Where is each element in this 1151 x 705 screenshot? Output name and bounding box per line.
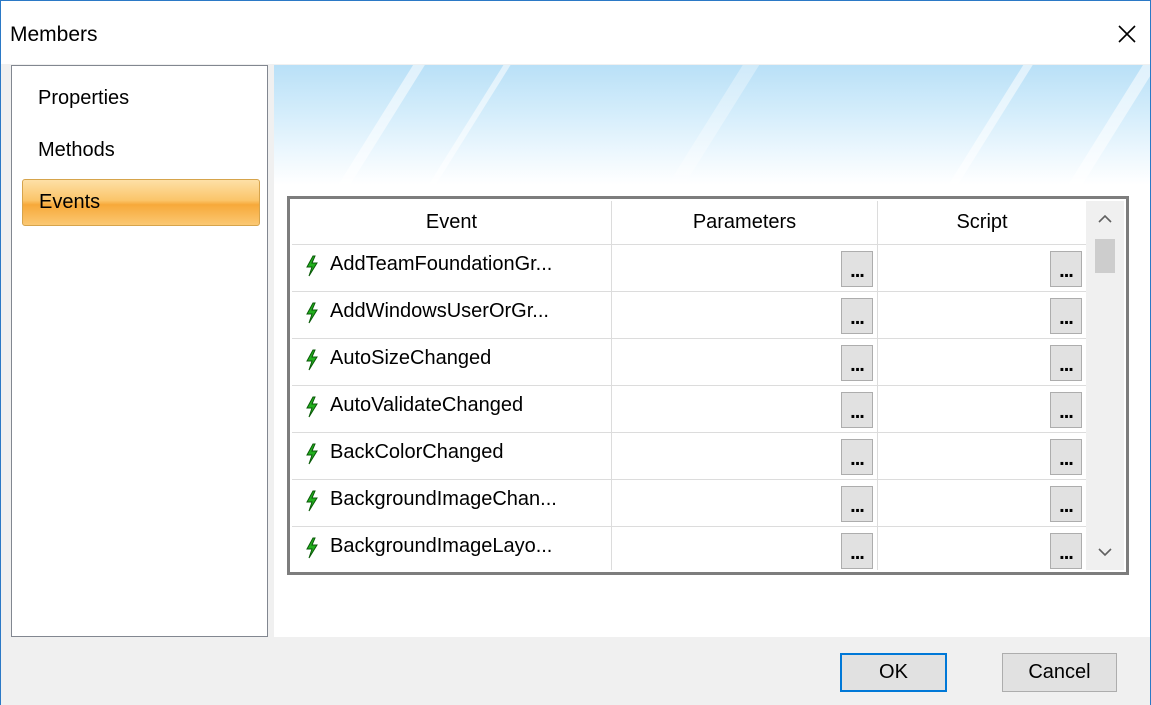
ellipsis-label: ... — [850, 260, 865, 282]
ellipsis-label: ... — [1059, 401, 1074, 423]
edit-parameters-button[interactable]: ... — [841, 392, 873, 428]
ellipsis-label: ... — [1059, 307, 1074, 329]
close-button[interactable] — [1104, 13, 1150, 55]
column-header-parameters[interactable]: Parameters — [612, 201, 878, 244]
event-name-cell[interactable]: BackgroundImageChan... — [292, 480, 612, 527]
table-row[interactable]: BackgroundImageChan......... — [292, 480, 1087, 527]
cancel-button[interactable]: Cancel — [1002, 653, 1117, 692]
ellipsis-label: ... — [1059, 260, 1074, 282]
event-name-cell[interactable]: AddTeamFoundationGr... — [292, 245, 612, 292]
nav-item-events[interactable]: Events — [22, 179, 260, 226]
lightning-event-icon — [306, 255, 318, 277]
script-cell: ... — [878, 386, 1087, 433]
content-pane: Event Parameters Script AddTeamFoundatio… — [274, 65, 1150, 637]
window-title: Members — [10, 23, 98, 46]
ok-button[interactable]: OK — [840, 653, 947, 692]
table-row[interactable]: BackgroundImageLayo......... — [292, 527, 1087, 570]
edit-script-button[interactable]: ... — [1050, 392, 1082, 428]
table-row[interactable]: AddWindowsUserOrGr......... — [292, 292, 1087, 339]
event-name: BackColorChanged — [330, 441, 504, 463]
grid-vertical-scrollbar[interactable] — [1086, 201, 1124, 570]
script-cell: ... — [878, 480, 1087, 527]
parameters-cell: ... — [612, 480, 878, 527]
script-cell: ... — [878, 433, 1087, 480]
chevron-up-icon — [1098, 214, 1112, 223]
edit-parameters-button[interactable]: ... — [841, 533, 873, 569]
lightning-event-icon — [306, 302, 318, 324]
nav-item-properties[interactable]: Properties — [22, 75, 260, 122]
event-name-cell[interactable]: BackgroundImageLayo... — [292, 527, 612, 570]
script-cell: ... — [878, 339, 1087, 386]
ellipsis-label: ... — [1059, 495, 1074, 517]
grid-header: Event Parameters Script — [292, 201, 1087, 245]
events-grid: Event Parameters Script AddTeamFoundatio… — [287, 196, 1129, 575]
lightning-event-icon — [306, 490, 318, 512]
ellipsis-label: ... — [850, 542, 865, 564]
scroll-up-button[interactable] — [1086, 201, 1124, 237]
edit-script-button[interactable]: ... — [1050, 251, 1082, 287]
table-row[interactable]: BackColorChanged...... — [292, 433, 1087, 480]
event-name-cell[interactable]: AddWindowsUserOrGr... — [292, 292, 612, 339]
chevron-down-icon — [1098, 548, 1112, 557]
event-name: AutoValidateChanged — [330, 394, 524, 416]
ellipsis-label: ... — [850, 401, 865, 423]
parameters-cell: ... — [612, 292, 878, 339]
members-dialog: Members Properties Methods Events Event … — [0, 0, 1151, 705]
ellipsis-label: ... — [850, 495, 865, 517]
header-banner — [274, 65, 1150, 185]
event-name-cell[interactable]: AutoSizeChanged — [292, 339, 612, 386]
parameters-cell: ... — [612, 339, 878, 386]
scroll-thumb[interactable] — [1095, 239, 1115, 273]
script-cell: ... — [878, 245, 1087, 292]
script-cell: ... — [878, 527, 1087, 570]
edit-script-button[interactable]: ... — [1050, 486, 1082, 522]
scroll-down-button[interactable] — [1086, 534, 1124, 570]
lightning-event-icon — [306, 443, 318, 465]
edit-script-button[interactable]: ... — [1050, 533, 1082, 569]
table-row[interactable]: AutoValidateChanged...... — [292, 386, 1087, 433]
event-name: AddWindowsUserOrGr... — [330, 300, 549, 322]
lightning-event-icon — [306, 537, 318, 559]
event-name-cell[interactable]: AutoValidateChanged — [292, 386, 612, 433]
script-cell: ... — [878, 292, 1087, 339]
ellipsis-label: ... — [850, 448, 865, 470]
edit-script-button[interactable]: ... — [1050, 439, 1082, 475]
lightning-event-icon — [306, 396, 318, 418]
lightning-event-icon — [306, 349, 318, 371]
column-header-script[interactable]: Script — [878, 201, 1087, 244]
ellipsis-label: ... — [850, 354, 865, 376]
ellipsis-label: ... — [1059, 448, 1074, 470]
column-header-event[interactable]: Event — [292, 201, 612, 244]
parameters-cell: ... — [612, 433, 878, 480]
event-name: AddTeamFoundationGr... — [330, 253, 553, 275]
event-name: BackgroundImageChan... — [330, 488, 557, 510]
title-bar: Members — [1, 1, 1150, 64]
event-name: AutoSizeChanged — [330, 347, 492, 369]
grid-body: Event Parameters Script AddTeamFoundatio… — [292, 201, 1087, 570]
table-row[interactable]: AddTeamFoundationGr......... — [292, 245, 1087, 292]
edit-parameters-button[interactable]: ... — [841, 251, 873, 287]
edit-script-button[interactable]: ... — [1050, 345, 1082, 381]
edit-parameters-button[interactable]: ... — [841, 345, 873, 381]
edit-parameters-button[interactable]: ... — [841, 298, 873, 334]
table-row[interactable]: AutoSizeChanged...... — [292, 339, 1087, 386]
ellipsis-label: ... — [1059, 542, 1074, 564]
edit-script-button[interactable]: ... — [1050, 298, 1082, 334]
parameters-cell: ... — [612, 386, 878, 433]
event-name: BackgroundImageLayo... — [330, 535, 553, 557]
edit-parameters-button[interactable]: ... — [841, 439, 873, 475]
dialog-footer: OK Cancel — [1, 638, 1150, 705]
parameters-cell: ... — [612, 527, 878, 570]
edit-parameters-button[interactable]: ... — [841, 486, 873, 522]
member-category-list: Properties Methods Events — [11, 65, 268, 637]
ellipsis-label: ... — [1059, 354, 1074, 376]
close-icon — [1118, 25, 1136, 43]
nav-item-methods[interactable]: Methods — [22, 127, 260, 174]
event-name-cell[interactable]: BackColorChanged — [292, 433, 612, 480]
parameters-cell: ... — [612, 245, 878, 292]
ellipsis-label: ... — [850, 307, 865, 329]
